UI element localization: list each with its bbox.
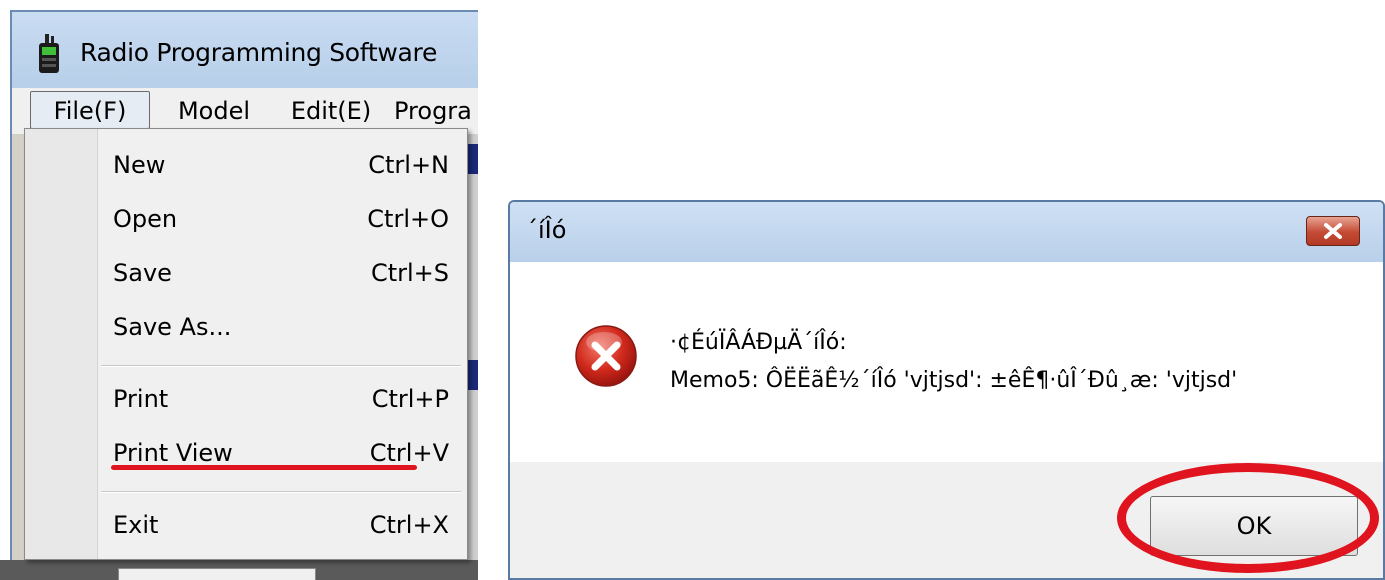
menu-item-shortcut: Ctrl+P [371,385,449,413]
error-dialog: ´íÎó ·¢ÉúÏÂÁÐµÄ´íÎó: Memo5: ÔËËãÊ½´íÎó '… [508,200,1385,580]
dialog-title-bar: ´íÎó [510,202,1383,262]
main-window: Radio Programming Software File(F) Model… [0,0,478,580]
menu-item-shortcut: Ctrl+S [370,259,449,287]
menu-item-label: Exit [113,511,159,539]
menu-icon-gutter [25,129,98,559]
close-icon [1324,223,1342,239]
file-menu-dropdown: New Ctrl+N Open Ctrl+O Save Ctrl+S Save … [24,128,468,560]
background-button [118,568,316,580]
menu-item-exit[interactable]: Exit Ctrl+X [99,503,459,551]
menu-item-new[interactable]: New Ctrl+N [99,143,459,191]
menu-model[interactable]: Model [154,92,274,130]
menu-separator [101,365,461,367]
annotation-underline [111,465,417,470]
menu-item-label: Print View [113,439,233,467]
menu-item-shortcut: Ctrl+X [369,511,449,539]
menu-file[interactable]: File(F) [30,91,150,129]
dialog-title: ´íÎó [526,216,567,244]
menu-item-save-as[interactable]: Save As... [99,305,459,353]
error-message-detail: Memo5: ÔËËãÊ½´íÎó 'vjtjsd': ±êÊ¶·ûÎ´Ðû¸æ… [670,368,1238,393]
menu-item-print[interactable]: Print Ctrl+P [99,377,459,425]
menu-item-label: Open [113,205,178,233]
error-message-heading: ·¢ÉúÏÂÁÐµÄ´íÎó: [670,330,847,355]
menu-edit[interactable]: Edit(E) [276,92,386,130]
menu-item-save[interactable]: Save Ctrl+S [99,251,459,299]
menu-item-open[interactable]: Open Ctrl+O [99,197,459,245]
window-title: Radio Programming Software [80,38,438,67]
menu-item-label: Save [113,259,172,287]
close-button[interactable] [1306,216,1360,246]
menu-item-label: Save As... [113,313,232,341]
menu-separator [101,491,461,493]
ok-button[interactable]: OK [1150,496,1358,556]
menu-item-shortcut: Ctrl+O [367,205,449,233]
menu-item-label: Print [113,385,169,413]
radio-icon [39,34,59,73]
menu-program[interactable]: Progra [394,92,478,130]
menu-item-label: New [113,151,166,179]
menu-item-shortcut: Ctrl+N [368,151,449,179]
dialog-message-area: ·¢ÉúÏÂÁÐµÄ´íÎó: Memo5: ÔËËãÊ½´íÎó 'vjtjs… [510,262,1383,462]
error-icon [575,325,637,387]
menu-item-shortcut: Ctrl+V [369,439,449,467]
menu-item-print-view[interactable]: Print View Ctrl+V [99,431,459,479]
